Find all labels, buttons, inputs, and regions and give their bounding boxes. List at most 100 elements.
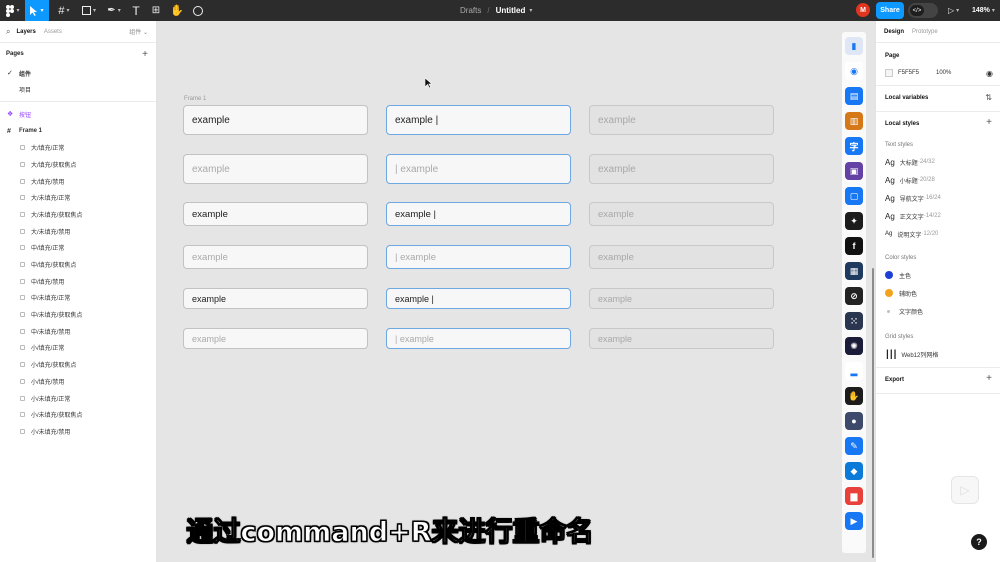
- text-input-disabled[interactable]: example: [589, 245, 774, 269]
- plugin-eye-icon[interactable]: ◉: [845, 62, 863, 80]
- page-item[interactable]: ✓ 组件: [0, 65, 156, 81]
- plugin-cube-icon[interactable]: ◆: [845, 462, 863, 480]
- comment-tool-button[interactable]: [190, 0, 206, 21]
- chevron-down-icon[interactable]: ▾: [529, 7, 532, 14]
- frame-tool-button[interactable]: # ▾: [53, 0, 75, 21]
- add-page-plus-icon[interactable]: +: [142, 49, 148, 60]
- tab-assets[interactable]: Assets: [44, 29, 62, 35]
- text-input-disabled[interactable]: example: [589, 154, 774, 184]
- hand-tool-button[interactable]: ✋: [169, 0, 185, 21]
- share-button[interactable]: Share: [876, 2, 904, 19]
- page-color-opacity[interactable]: 100%: [936, 70, 951, 76]
- plugin-truck-icon[interactable]: ▶: [845, 512, 863, 530]
- layer-item[interactable]: 小/填充/禁用: [0, 373, 156, 390]
- tab-design[interactable]: Design: [884, 29, 904, 35]
- plugin-link-icon[interactable]: ⊘: [845, 287, 863, 305]
- text-input-focus[interactable]: | example: [386, 245, 571, 269]
- layer-item[interactable]: 中/填充/禁用: [0, 273, 156, 290]
- plugin-layout-icon[interactable]: ▮: [845, 37, 863, 55]
- text-input-normal[interactable]: example: [183, 328, 368, 349]
- move-tool-button[interactable]: ▾: [25, 0, 49, 21]
- text-input-focus[interactable]: example |: [386, 105, 571, 135]
- zoom-dropdown[interactable]: 148% ▾: [972, 0, 995, 21]
- text-input-disabled[interactable]: example: [589, 105, 774, 135]
- frame-label[interactable]: Frame 1: [184, 96, 206, 102]
- layer-item[interactable]: 小/未填充/禁用: [0, 423, 156, 440]
- plugin-dots-icon[interactable]: ⁙: [845, 312, 863, 330]
- canvas-scrollbar[interactable]: [872, 268, 874, 558]
- text-input-disabled[interactable]: example: [589, 288, 774, 309]
- grid-style-item[interactable]: ┃┃┃ Web12列网格: [885, 348, 938, 360]
- layer-component[interactable]: ❖ 按钮: [0, 106, 156, 123]
- plugin-document-icon[interactable]: ▤: [845, 87, 863, 105]
- plugin-grid-icon[interactable]: ▦: [845, 262, 863, 280]
- tab-prototype[interactable]: Prototype: [912, 29, 938, 35]
- plugin-frame-icon[interactable]: ▢: [845, 187, 863, 205]
- text-input-normal[interactable]: example: [183, 154, 368, 184]
- layer-item[interactable]: 大/未填充/获取焦点: [0, 206, 156, 223]
- text-input-focus[interactable]: example |: [386, 202, 571, 226]
- plugin-zi-character-icon[interactable]: 字: [845, 137, 863, 155]
- plugin-film-icon[interactable]: ▥: [845, 112, 863, 130]
- text-style-item[interactable]: Ag 大标题 · 24/32: [885, 156, 935, 168]
- text-input-normal[interactable]: example: [183, 105, 368, 135]
- plugin-tray-icon[interactable]: ▂: [845, 362, 863, 380]
- layer-item[interactable]: 大/填充/获取焦点: [0, 156, 156, 173]
- tab-layers[interactable]: Layers: [16, 29, 35, 35]
- text-input-normal[interactable]: example: [183, 202, 368, 226]
- dev-mode-toggle[interactable]: </>: [908, 3, 938, 18]
- layer-item[interactable]: 小/未填充/正常: [0, 390, 156, 407]
- variables-settings-icon[interactable]: ⇅: [985, 93, 992, 102]
- color-style-item[interactable]: 文字颜色: [885, 305, 923, 317]
- text-tool-button[interactable]: T: [128, 0, 144, 21]
- plugin-sun-icon[interactable]: ✺: [845, 337, 863, 355]
- color-style-item[interactable]: 辅助色: [885, 287, 917, 299]
- plugin-hand-icon[interactable]: ✋: [845, 387, 863, 405]
- page-color-swatch[interactable]: [885, 69, 893, 77]
- video-player-icon[interactable]: ▷: [951, 476, 979, 504]
- plugin-feather-icon[interactable]: ✎: [845, 437, 863, 455]
- layer-item[interactable]: 大/未填充/正常: [0, 189, 156, 206]
- layer-item[interactable]: 中/未填充/获取焦点: [0, 306, 156, 323]
- layer-item[interactable]: 大/未填充/禁用: [0, 223, 156, 240]
- breadcrumb-drafts[interactable]: Drafts: [460, 6, 481, 15]
- avatar[interactable]: M: [856, 3, 870, 17]
- search-icon[interactable]: ⌕: [6, 27, 10, 37]
- text-input-normal[interactable]: example: [183, 288, 368, 309]
- plugin-avatar-icon[interactable]: ●: [845, 412, 863, 430]
- text-style-item[interactable]: Ag 说明文字 · 12/20: [885, 228, 938, 240]
- text-input-disabled[interactable]: example: [589, 328, 774, 349]
- layer-item[interactable]: 大/填充/正常: [0, 139, 156, 156]
- layer-frame[interactable]: # Frame 1: [0, 123, 156, 140]
- page-color-row[interactable]: F5F5F5 100% ◉: [885, 67, 993, 79]
- layer-item[interactable]: 小/未填充/获取焦点: [0, 406, 156, 423]
- shape-tool-button[interactable]: ▾: [78, 0, 100, 21]
- plugin-component-icon[interactable]: ✦: [845, 212, 863, 230]
- text-input-focus[interactable]: example |: [386, 288, 571, 309]
- color-style-item[interactable]: 主色: [885, 269, 911, 281]
- components-page-dropdown[interactable]: 组件 ⌄: [129, 27, 148, 36]
- text-style-item[interactable]: Ag 导航文字 · 16/24: [885, 192, 941, 204]
- text-style-item[interactable]: Ag 小标题 · 20/28: [885, 174, 935, 186]
- present-button[interactable]: ▷ ▾: [948, 0, 959, 21]
- resources-tool-button[interactable]: ⊞: [148, 0, 164, 21]
- eye-icon[interactable]: ◉: [986, 69, 993, 78]
- layer-item[interactable]: 中/填充/获取焦点: [0, 256, 156, 273]
- pen-tool-button[interactable]: ✒ ▾: [103, 0, 125, 21]
- page-color-hex[interactable]: F5F5F5: [898, 70, 936, 76]
- layer-item[interactable]: 大/填充/禁用: [0, 173, 156, 190]
- text-input-normal[interactable]: example: [183, 245, 368, 269]
- layer-item[interactable]: 小/填充/获取焦点: [0, 356, 156, 373]
- plugin-font-icon[interactable]: f: [845, 237, 863, 255]
- page-item[interactable]: 项目: [0, 81, 156, 97]
- help-button[interactable]: ?: [971, 534, 987, 550]
- plugin-twitch-icon[interactable]: ▣: [845, 162, 863, 180]
- canvas[interactable]: Frame 1 example example | example example | …: [157, 21, 875, 562]
- text-input-disabled[interactable]: example: [589, 202, 774, 226]
- text-input-focus[interactable]: | example: [386, 154, 571, 184]
- file-title[interactable]: Untitled: [496, 6, 526, 15]
- text-style-item[interactable]: Ag 正文文字 · 14/22: [885, 210, 941, 222]
- layer-item[interactable]: 小/填充/正常: [0, 340, 156, 357]
- add-style-plus-icon[interactable]: +: [986, 117, 992, 128]
- plugin-chart-icon[interactable]: ▆: [845, 487, 863, 505]
